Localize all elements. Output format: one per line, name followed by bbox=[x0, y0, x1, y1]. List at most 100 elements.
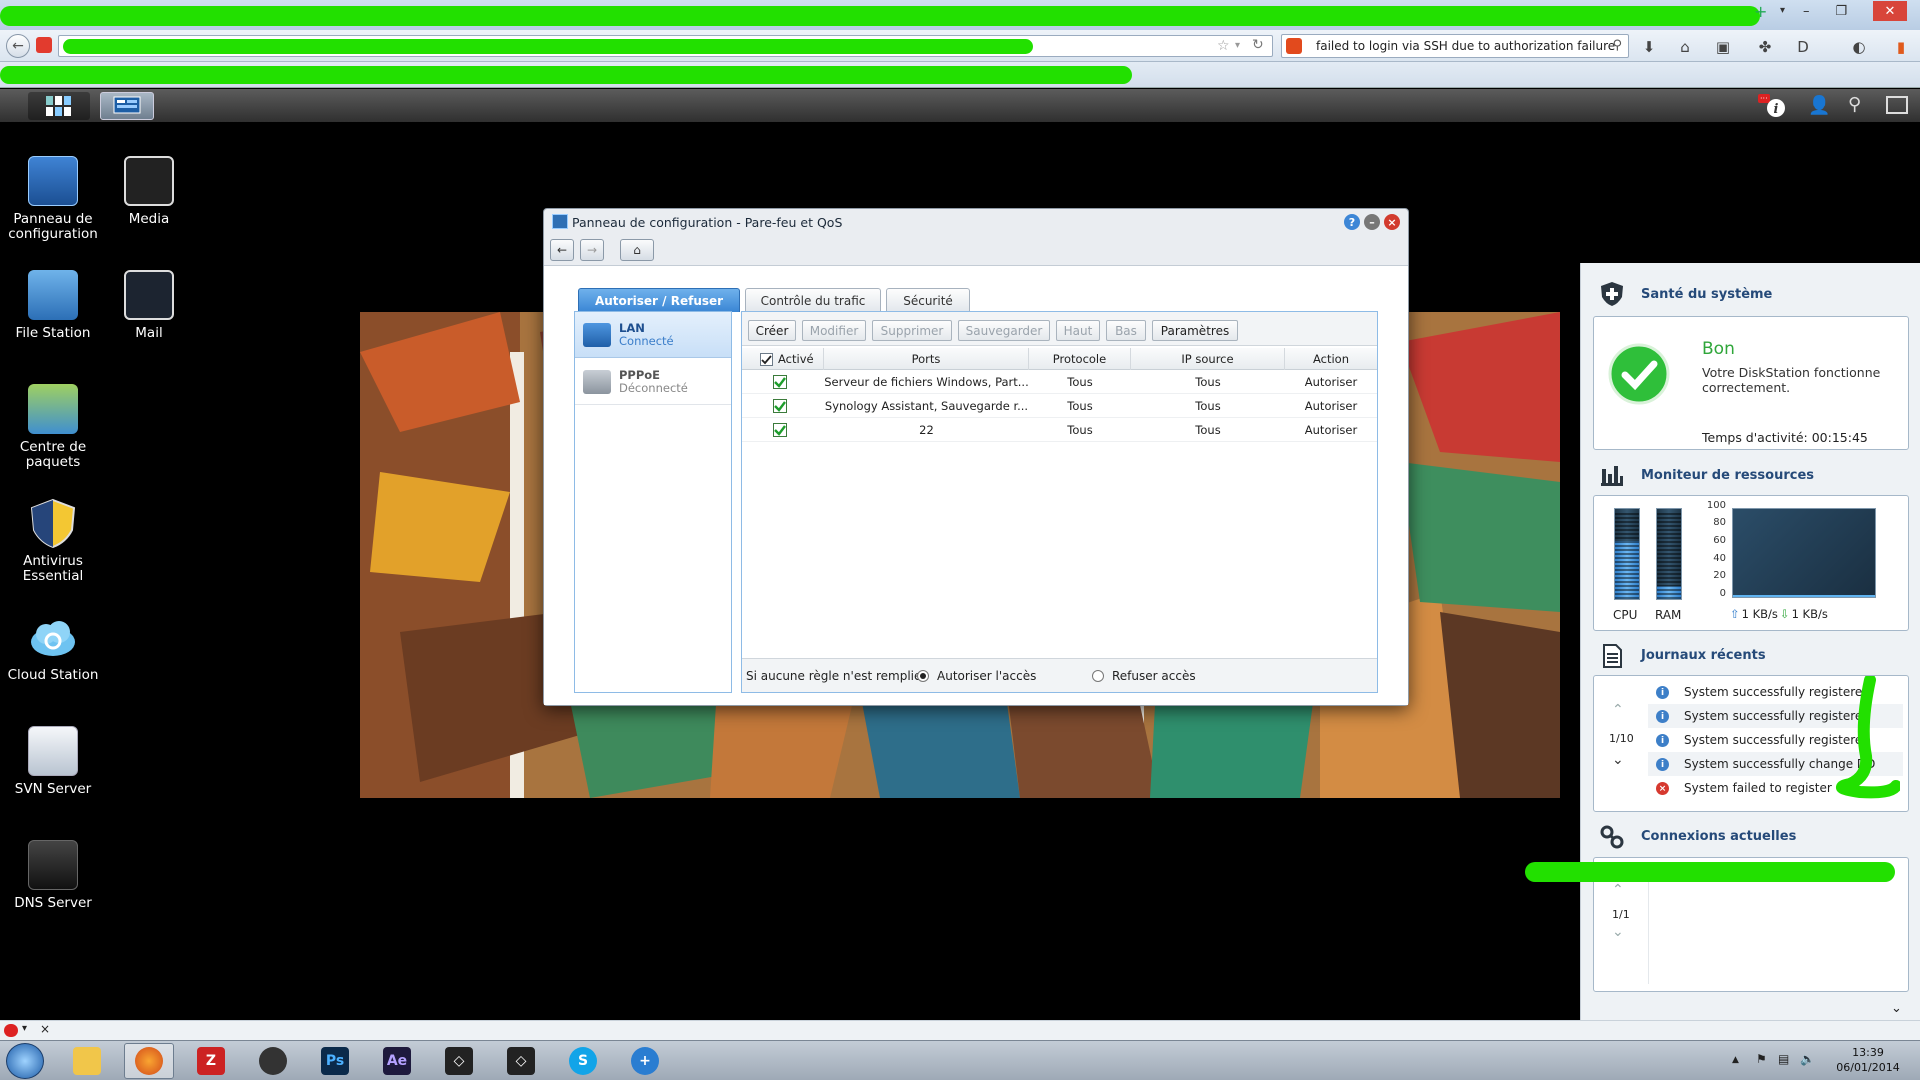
tab-list-icon[interactable]: ▾ bbox=[1780, 5, 1785, 16]
help-button[interactable]: ? bbox=[1344, 214, 1360, 230]
start-button[interactable] bbox=[6, 1043, 44, 1079]
connections-next-page-icon[interactable]: ⌄ bbox=[1612, 924, 1624, 940]
interface-item-pppoe[interactable]: PPPoE Déconnecté bbox=[575, 359, 731, 405]
firefox-menu-icon[interactable]: ▮ bbox=[1890, 36, 1912, 58]
desktop-icon-control-panel[interactable]: Panneau de configuration bbox=[0, 156, 108, 242]
desktop-icon-file-station[interactable]: File Station bbox=[0, 270, 108, 341]
desktop-icon-package-center[interactable]: Centre de paquets bbox=[0, 384, 108, 470]
select-all-checkbox[interactable] bbox=[760, 352, 773, 366]
notifications-icon[interactable]: ··· i bbox=[1758, 94, 1788, 118]
axis-tick: 100 bbox=[1706, 500, 1726, 511]
search-icon[interactable]: ⚲ bbox=[1848, 94, 1861, 115]
close-window-button[interactable]: ✕ bbox=[1873, 1, 1907, 21]
edit-button[interactable]: Modifier bbox=[802, 320, 866, 341]
folder-icon bbox=[73, 1047, 101, 1075]
column-ports[interactable]: Ports bbox=[824, 348, 1029, 370]
main-menu-button[interactable] bbox=[28, 92, 90, 120]
search-magnifier-icon[interactable]: ⚲ bbox=[1612, 38, 1622, 53]
desktop-icon-antivirus[interactable]: Antivirus Essential bbox=[0, 498, 108, 584]
addon-icon[interactable]: ✤ bbox=[1754, 36, 1776, 58]
taskbar-unity[interactable]: ◇ bbox=[434, 1043, 484, 1079]
volume-muted-icon[interactable]: 🔈 bbox=[1800, 1052, 1815, 1066]
bookmark-star-icon[interactable]: ☆ bbox=[1217, 38, 1230, 54]
allow-access-label[interactable]: Autoriser l'accès bbox=[937, 669, 1036, 683]
table-row[interactable]: Serveur de fichiers Windows, Part... Tou… bbox=[742, 370, 1377, 394]
search-input[interactable]: failed to login via SSH due to authoriza… bbox=[1281, 34, 1629, 58]
table-row[interactable]: Synology Assistant, Sauvegarde r... Tous… bbox=[742, 394, 1377, 418]
table-row[interactable]: 22 Tous Tous Autoriser bbox=[742, 418, 1377, 442]
dialog-home-button[interactable]: ⌂ bbox=[620, 239, 654, 261]
dialog-back-button[interactable]: ← bbox=[550, 239, 574, 261]
move-down-button[interactable]: Bas bbox=[1106, 320, 1146, 341]
column-action[interactable]: Action bbox=[1285, 348, 1377, 370]
settings-button[interactable]: Paramètres bbox=[1152, 320, 1238, 341]
dialog-forward-button[interactable]: → bbox=[580, 239, 604, 261]
taskbar-synology-assistant[interactable]: + bbox=[620, 1043, 670, 1079]
network-axis-ticks: 100 80 60 40 20 0 bbox=[1706, 500, 1726, 599]
taskbar-explorer[interactable] bbox=[62, 1043, 112, 1079]
maximize-button[interactable]: ❐ bbox=[1835, 4, 1847, 19]
tray-expand-icon[interactable]: ▲ bbox=[1732, 1055, 1739, 1065]
downloads-icon[interactable]: ⬇ bbox=[1638, 36, 1660, 58]
widgets-toggle-icon[interactable] bbox=[1886, 96, 1908, 114]
dashlane-icon[interactable]: D bbox=[1792, 36, 1814, 58]
adblock-icon[interactable] bbox=[4, 1024, 18, 1037]
tab-security[interactable]: Sécurité bbox=[886, 288, 970, 312]
url-history-dropdown-icon[interactable]: ▾ bbox=[1235, 40, 1240, 51]
search-engine-icon[interactable] bbox=[1286, 38, 1302, 54]
desktop-icon-cloud-station[interactable]: Cloud Station bbox=[0, 612, 108, 683]
column-enabled[interactable]: Activé bbox=[742, 348, 824, 370]
minimize-dialog-button[interactable]: – bbox=[1364, 214, 1380, 230]
close-addon-bar-icon[interactable]: × bbox=[40, 1022, 50, 1036]
skype-icon: S bbox=[569, 1047, 597, 1075]
logs-prev-page-icon[interactable]: ⌃ bbox=[1612, 702, 1624, 718]
desktop-icon-mail[interactable]: Mail bbox=[94, 270, 204, 341]
reload-icon[interactable]: ↻ bbox=[1252, 37, 1264, 53]
tab-allow-deny[interactable]: Autoriser / Refuser bbox=[578, 288, 740, 312]
new-tab-icon[interactable]: + bbox=[1754, 4, 1770, 20]
action-center-flag-icon[interactable]: ⚑ bbox=[1756, 1052, 1767, 1066]
connections-prev-page-icon[interactable]: ⌃ bbox=[1612, 882, 1624, 898]
allow-access-radio[interactable] bbox=[917, 670, 929, 682]
move-up-button[interactable]: Haut bbox=[1056, 320, 1100, 341]
close-dialog-button[interactable]: × bbox=[1384, 214, 1400, 230]
open-window-control-panel-button[interactable] bbox=[100, 92, 154, 120]
delete-button[interactable]: Supprimer bbox=[872, 320, 952, 341]
taskbar-filezilla[interactable]: Z bbox=[186, 1043, 236, 1079]
save-button[interactable]: Sauvegarder bbox=[958, 320, 1050, 341]
taskbar-app[interactable] bbox=[248, 1043, 298, 1079]
desktop-icon-media[interactable]: Media bbox=[94, 156, 204, 227]
adblock-dropdown-icon[interactable]: ▾ bbox=[22, 1023, 27, 1034]
network-tray-icon[interactable]: ▤ bbox=[1778, 1052, 1789, 1066]
logs-next-page-icon[interactable]: ⌄ bbox=[1612, 752, 1624, 768]
rule-enabled-checkbox[interactable] bbox=[760, 394, 800, 418]
deny-access-label[interactable]: Refuser accès bbox=[1112, 669, 1196, 683]
taskbar-unity-2[interactable]: ◇ bbox=[496, 1043, 546, 1079]
create-button[interactable]: Créer bbox=[748, 320, 796, 341]
tab-traffic-control[interactable]: Contrôle du trafic bbox=[745, 288, 881, 312]
column-protocol[interactable]: Protocole bbox=[1029, 348, 1131, 370]
deny-access-radio[interactable] bbox=[1092, 670, 1104, 682]
system-clock[interactable]: 13:39 06/01/2014 bbox=[1828, 1045, 1908, 1075]
rule-enabled-checkbox[interactable] bbox=[760, 370, 800, 394]
taskbar-skype[interactable]: S bbox=[558, 1043, 608, 1079]
desktop-icon-svn-server[interactable]: SVN Server bbox=[0, 726, 108, 797]
taskbar-firefox[interactable] bbox=[124, 1043, 174, 1079]
back-button[interactable]: ← bbox=[6, 34, 30, 58]
log-entry-text: System failed to register bbox=[1684, 781, 1832, 795]
minimize-button[interactable]: – bbox=[1803, 4, 1810, 19]
user-icon[interactable]: 👤 bbox=[1808, 95, 1830, 116]
desktop-icon-dns-server[interactable]: DNS Server bbox=[0, 840, 108, 911]
taskbar-photoshop[interactable]: Ps bbox=[310, 1043, 360, 1079]
url-bar[interactable]: ☆ ▾ ↻ bbox=[58, 35, 1273, 57]
column-source-ip[interactable]: IP source bbox=[1131, 348, 1285, 370]
rule-enabled-checkbox[interactable] bbox=[760, 418, 800, 442]
sync-icon[interactable]: ◐ bbox=[1848, 36, 1870, 58]
dialog-body: Autoriser / Refuser Contrôle du trafic S… bbox=[544, 265, 1408, 705]
home-icon[interactable]: ⌂ bbox=[1674, 36, 1696, 58]
bookmarks-menu-icon[interactable]: ▣ bbox=[1712, 36, 1734, 58]
taskbar-after-effects[interactable]: Ae bbox=[372, 1043, 422, 1079]
interface-item-lan[interactable]: LAN Connecté bbox=[575, 312, 731, 358]
resource-monitor-card[interactable]: CPU RAM 100 80 60 40 20 0 ⇧ 1 KB/s ⇩ 1 K… bbox=[1593, 495, 1909, 631]
collapse-widgets-icon[interactable]: ⌄ bbox=[1891, 1001, 1902, 1016]
